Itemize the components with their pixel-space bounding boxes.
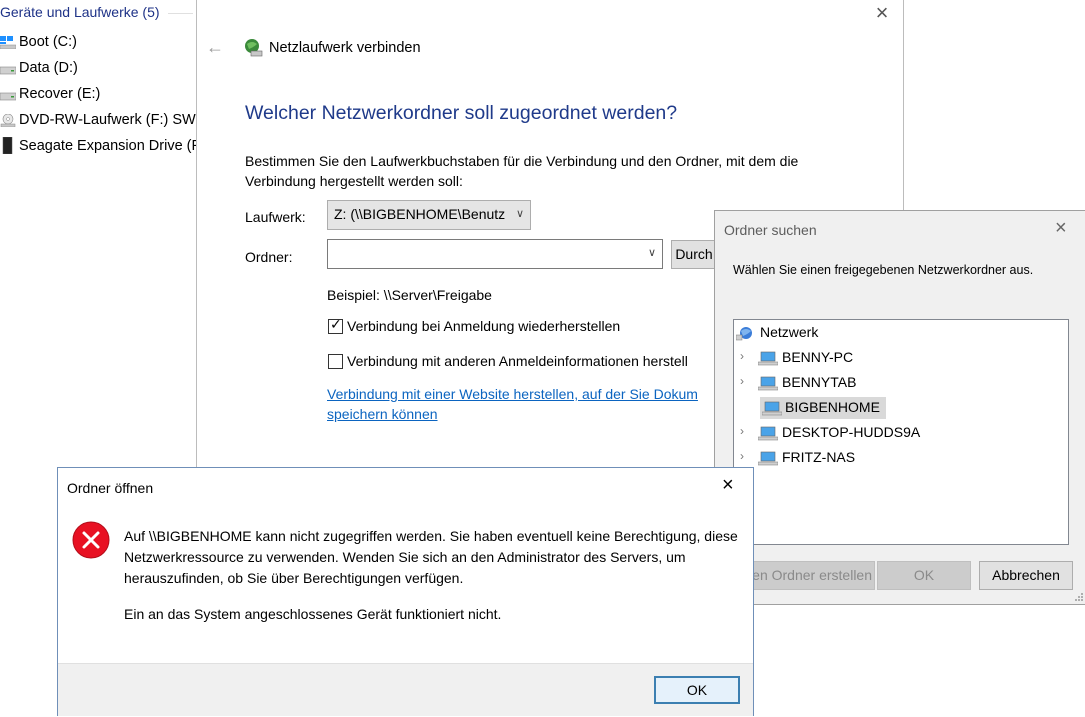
computer-icon — [762, 401, 782, 416]
chevron-right-icon[interactable]: › — [740, 374, 744, 388]
folder-input[interactable]: ∨ — [327, 239, 663, 269]
browse-folder-dialog: Ordner suchen × Wählen Sie einen freigeg… — [714, 210, 1085, 605]
error-detail: Ein an das System angeschlossenes Gerät … — [124, 606, 502, 622]
computer-icon — [758, 451, 778, 466]
tree-label: Netzwerk — [760, 324, 819, 340]
network-tree[interactable]: Netzwerk › BENNY-PC › BENNYTAB BIGBENHOM… — [733, 319, 1069, 545]
checkmark-icon: ✓ — [330, 316, 342, 332]
folder-label: Ordner: — [245, 249, 293, 265]
tree-label: FRITZ-NAS — [782, 449, 856, 465]
website-link-continued[interactable]: speichern können — [327, 406, 438, 422]
tree-label: BIGBENHOME — [785, 399, 880, 415]
chevron-right-icon[interactable]: › — [740, 424, 744, 438]
website-link[interactable]: Verbindung mit einer Website herstellen,… — [327, 386, 717, 402]
reconnect-checkbox[interactable]: ✓ — [328, 316, 343, 334]
other-credentials-label[interactable]: Verbindung mit anderen Anmeldeinformatio… — [347, 353, 717, 369]
drive-icon — [0, 66, 16, 75]
close-icon[interactable]: × — [871, 0, 893, 26]
computer-icon — [758, 351, 778, 366]
computer-icon — [758, 426, 778, 441]
ok-button[interactable]: OK — [877, 561, 971, 590]
drive-label: Boot (C:) — [19, 34, 78, 50]
other-credentials-checkbox[interactable] — [328, 354, 343, 369]
drive-letter-select[interactable]: Z: (\\BIGBENHOME\Benutz ∨ — [327, 200, 531, 230]
error-message: Auf \\BIGBENHOME kann nicht zugegriffen … — [124, 528, 738, 586]
chevron-down-icon: ∨ — [647, 247, 656, 259]
windows-drive-icon — [0, 36, 16, 49]
instruction-text: Wählen Sie einen freigegebenen Netzwerko… — [733, 263, 1034, 277]
dialog-title: Netzlaufwerk verbinden — [269, 40, 421, 56]
ok-button[interactable]: OK — [654, 676, 740, 704]
dialog-title: Ordner öffnen — [67, 480, 154, 496]
dvd-drive-icon — [0, 114, 16, 127]
devices-group-title[interactable]: Geräte und Laufwerke (5) — [0, 4, 160, 20]
back-arrow-icon[interactable]: ← — [206, 37, 224, 58]
close-icon[interactable]: × — [1055, 217, 1067, 240]
group-divider — [168, 13, 193, 14]
dialog-title: Ordner suchen — [724, 222, 817, 238]
error-icon — [72, 521, 110, 559]
drive-letter-value: Z: (\\BIGBENHOME\Benutz — [334, 206, 506, 222]
drive-label: Recover (E:) — [19, 86, 101, 102]
chevron-down-icon: ∨ — [515, 208, 524, 220]
tree-label: BENNYTAB — [782, 374, 857, 390]
drive-label: DVD-RW-Laufwerk (F:) SW — [19, 112, 196, 128]
reconnect-label[interactable]: Verbindung bei Anmeldung wiederherstelle… — [347, 318, 620, 334]
close-icon[interactable]: × — [722, 474, 734, 497]
page-heading: Welcher Netzwerkordner soll zugeordnet w… — [245, 102, 678, 124]
tree-label: BENNY-PC — [782, 349, 854, 365]
drive-label: Seagate Expansion Drive (F — [19, 138, 200, 154]
drive-letter-label: Laufwerk: — [245, 209, 306, 225]
example-text: Beispiel: \\Server\Freigabe — [327, 287, 492, 303]
network-drive-icon — [245, 39, 263, 57]
drive-icon — [0, 92, 16, 101]
cancel-button[interactable]: Abbrechen — [979, 561, 1073, 590]
network-globe-icon — [736, 327, 752, 341]
chevron-right-icon[interactable]: › — [740, 449, 744, 463]
computer-icon — [758, 376, 778, 391]
drive-label: Data (D:) — [19, 60, 78, 76]
error-dialog: Ordner öffnen × Auf \\BIGBENHOME kann ni… — [57, 467, 754, 716]
browse-button[interactable]: Durch — [671, 240, 717, 269]
tree-label: DESKTOP-HUDDS9A — [782, 424, 921, 440]
instruction-text: Bestimmen Sie den Laufwerkbuchstaben für… — [245, 153, 799, 189]
chevron-right-icon[interactable]: › — [740, 349, 744, 363]
resize-grip-icon[interactable] — [1074, 592, 1084, 602]
dialog-footer: OK — [58, 663, 753, 716]
external-drive-icon — [2, 137, 13, 154]
